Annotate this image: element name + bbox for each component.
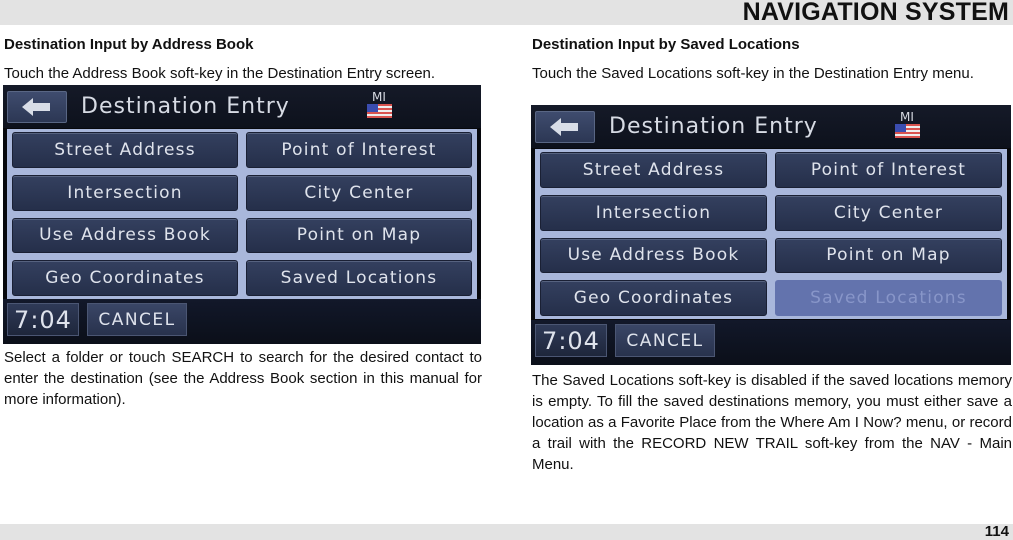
state-indicator: MI [892,111,922,138]
screen-bottom-bar: 7:04 CANCEL [3,299,481,344]
page-header-band: NAVIGATION SYSTEM [0,0,1013,26]
left-intro-text: Touch the Address Book soft-key in the D… [4,65,436,82]
soft-key-street-address[interactable]: Street Address [540,152,767,188]
right-heading: Destination Input by Saved Locations [532,36,800,53]
back-button[interactable] [535,111,595,143]
right-column: Destination Input by Saved Locations Tou… [532,36,1012,84]
screen-title-bar: Destination Entry MI [3,85,481,128]
clock-display: 7:04 [7,303,79,336]
soft-key-intersection[interactable]: Intersection [12,174,238,211]
soft-key-point-on-map[interactable]: Point on Map [246,217,472,254]
left-arrow-icon [550,118,578,136]
clock-display: 7:04 [535,324,607,357]
state-indicator: MI [364,91,394,118]
screen-title: Destination Entry [81,94,290,119]
soft-key-street-address[interactable]: Street Address [12,132,238,168]
soft-key-saved-locations: Saved Locations [775,280,1002,316]
soft-key-use-address-book[interactable]: Use Address Book [12,217,238,254]
soft-key-geo-coordinates[interactable]: Geo Coordinates [540,280,767,316]
screen-title: Destination Entry [609,114,818,139]
soft-key-use-address-book[interactable]: Use Address Book [540,237,767,274]
state-code: MI [900,110,914,124]
state-code: MI [372,90,386,104]
page-number: 114 [984,523,1009,540]
cancel-button[interactable]: CANCEL [87,303,187,336]
us-flag-icon [894,124,920,138]
left-heading: Destination Input by Address Book [4,36,254,53]
right-body-text: The Saved Locations soft-key is disabled… [532,372,1012,473]
destination-entry-screen-right: Destination Entry MI Street Address Point… [531,105,1011,365]
us-flag-icon [366,104,392,118]
soft-key-grid: Street Address Point of Interest Intersect… [535,149,1007,319]
soft-key-point-of-interest[interactable]: Point of Interest [775,152,1002,188]
right-intro-text: Touch the Saved Locations soft-key in th… [532,65,974,82]
left-arrow-icon [22,98,50,116]
soft-key-point-of-interest[interactable]: Point of Interest [246,132,472,168]
left-body-text: Select a folder or touch SEARCH to searc… [4,349,482,408]
soft-key-point-on-map[interactable]: Point on Map [775,237,1002,274]
destination-entry-screen-left: Destination Entry MI Street Address Point… [3,85,481,344]
page-footer-band: 114 [0,523,1013,540]
screen-bottom-bar: 7:04 CANCEL [531,320,1011,365]
soft-key-intersection[interactable]: Intersection [540,194,767,231]
left-column: Destination Input by Address Book Touch … [4,36,482,84]
soft-key-city-center[interactable]: City Center [246,174,472,211]
soft-key-city-center[interactable]: City Center [775,194,1002,231]
soft-key-geo-coordinates[interactable]: Geo Coordinates [12,260,238,296]
cancel-button[interactable]: CANCEL [615,324,715,357]
back-button[interactable] [7,91,67,123]
soft-key-grid: Street Address Point of Interest Intersect… [7,129,477,299]
screen-title-bar: Destination Entry MI [531,105,1011,148]
soft-key-saved-locations[interactable]: Saved Locations [246,260,472,296]
section-title: NAVIGATION SYSTEM [742,0,1009,26]
